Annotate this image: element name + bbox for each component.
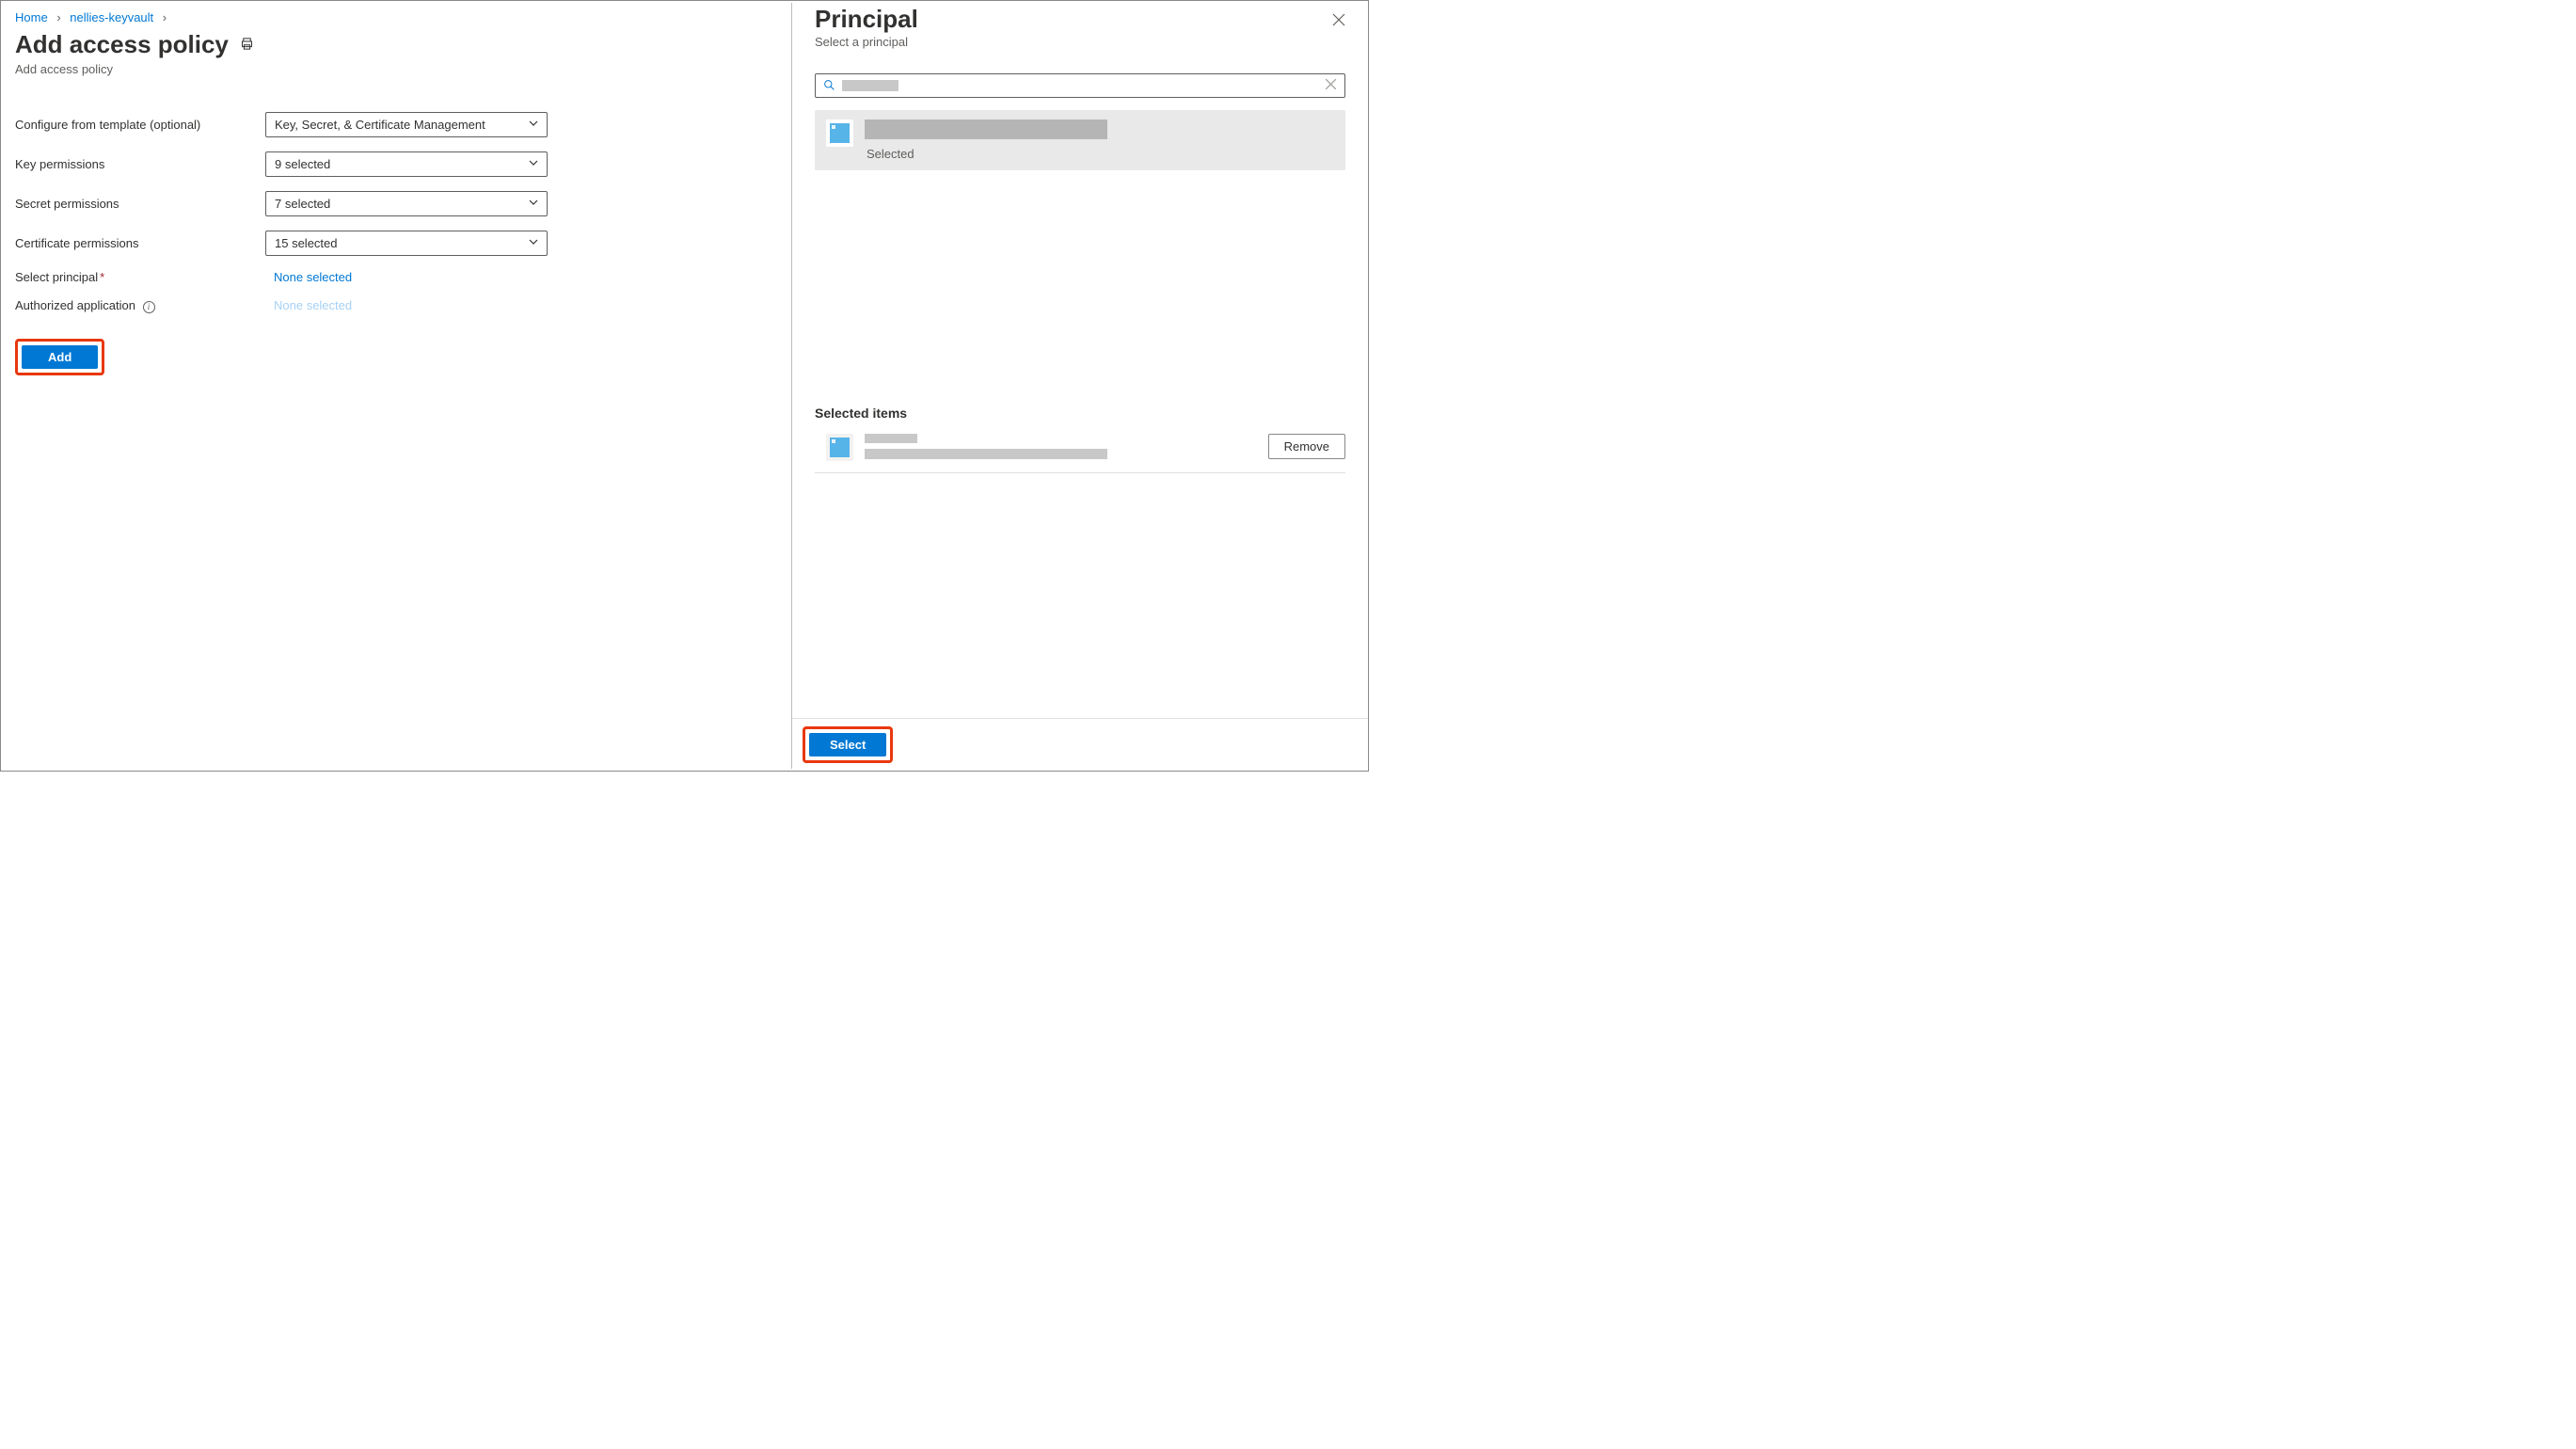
certificate-permissions-value: 15 selected [275, 236, 338, 250]
template-label: Configure from template (optional) [15, 118, 265, 132]
chevron-down-icon [528, 197, 539, 211]
principal-panel: Principal Select a principal Selected [792, 1, 1368, 771]
search-value-redacted [842, 80, 898, 91]
select-button[interactable]: Select [809, 733, 886, 756]
result-selected-label: Selected [867, 147, 1107, 161]
select-button-highlight: Select [803, 726, 893, 763]
key-permissions-label: Key permissions [15, 157, 265, 171]
select-principal-label: Select principal* [15, 270, 265, 284]
selected-item-name-redacted [865, 434, 917, 443]
authorized-application-value: None selected [265, 298, 352, 312]
search-result-item[interactable]: Selected [815, 110, 1345, 170]
selected-items-heading: Selected items [815, 406, 1345, 421]
select-principal-link[interactable]: None selected [265, 270, 352, 284]
chevron-down-icon [528, 118, 539, 132]
add-button-highlight: Add [15, 339, 104, 375]
secret-permissions-value: 7 selected [275, 197, 330, 211]
certificate-permissions-dropdown[interactable]: 15 selected [265, 231, 548, 256]
remove-button[interactable]: Remove [1268, 434, 1345, 459]
page-subtitle: Add access policy [15, 62, 777, 76]
page-title: Add access policy [15, 30, 229, 59]
certificate-permissions-label: Certificate permissions [15, 236, 265, 250]
breadcrumb: Home › nellies-keyvault › [15, 10, 777, 24]
chevron-down-icon [528, 157, 539, 171]
panel-subtitle: Select a principal [815, 35, 918, 49]
authorized-application-label: Authorized application i [15, 298, 265, 313]
app-icon [830, 438, 850, 457]
add-button[interactable]: Add [22, 345, 98, 369]
key-permissions-value: 9 selected [275, 157, 330, 171]
template-value: Key, Secret, & Certificate Management [275, 118, 485, 132]
info-icon[interactable]: i [143, 301, 155, 313]
chevron-right-icon: › [163, 10, 167, 24]
selected-item-id-redacted [865, 449, 1107, 459]
breadcrumb-home-link[interactable]: Home [15, 10, 48, 24]
avatar [826, 434, 853, 461]
chevron-right-icon: › [56, 10, 60, 24]
principal-search-input[interactable] [815, 73, 1345, 98]
avatar [826, 119, 853, 147]
required-asterisk: * [100, 270, 104, 284]
secret-permissions-dropdown[interactable]: 7 selected [265, 191, 548, 216]
breadcrumb-vault-link[interactable]: nellies-keyvault [70, 10, 153, 24]
key-permissions-dropdown[interactable]: 9 selected [265, 151, 548, 177]
secret-permissions-label: Secret permissions [15, 197, 265, 211]
panel-title: Principal [815, 6, 918, 33]
template-dropdown[interactable]: Key, Secret, & Certificate Management [265, 112, 548, 137]
print-icon[interactable] [240, 37, 254, 54]
selected-item-row: Remove [815, 434, 1345, 473]
app-icon [830, 123, 850, 143]
chevron-down-icon [528, 236, 539, 250]
clear-search-icon[interactable] [1325, 78, 1337, 93]
result-name-redacted [865, 119, 1107, 139]
close-icon[interactable] [1332, 13, 1345, 29]
search-icon [823, 79, 835, 91]
